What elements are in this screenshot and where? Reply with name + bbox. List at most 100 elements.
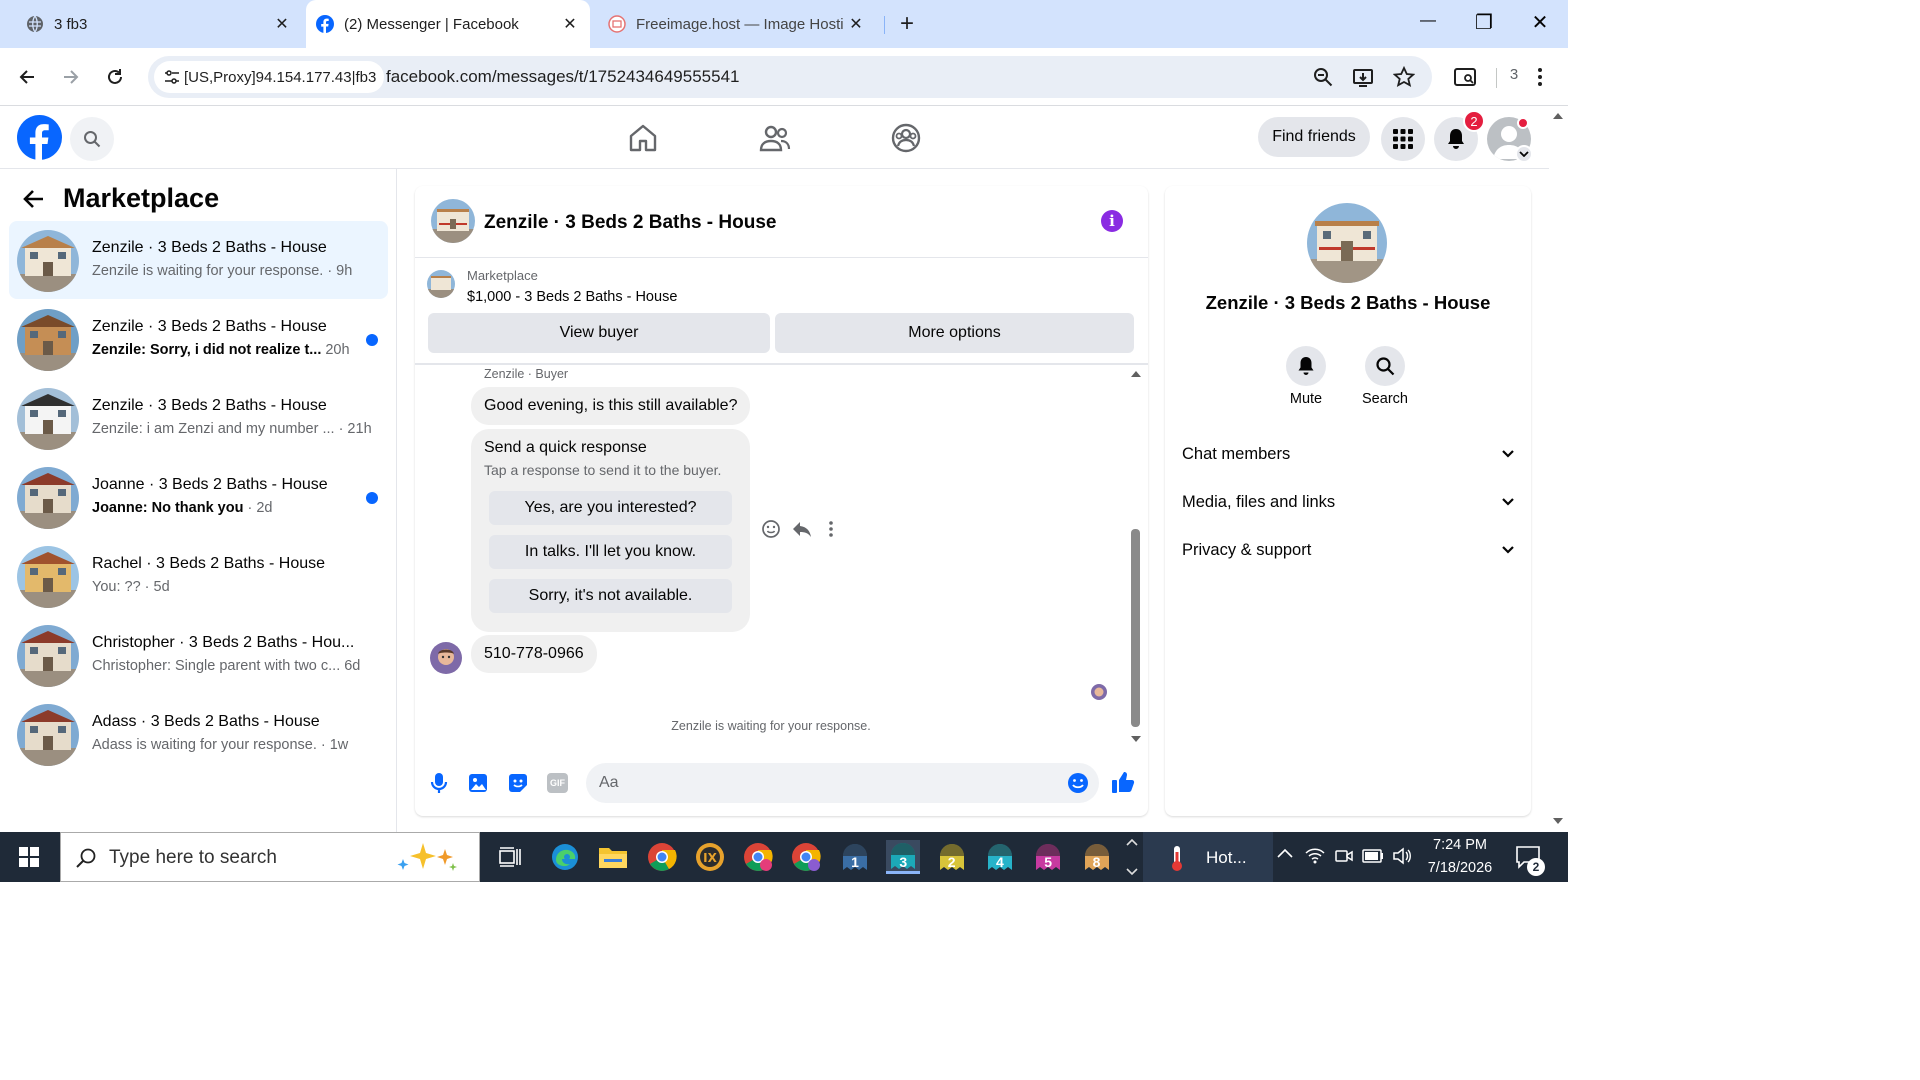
browser-profile-button[interactable]: 4 bbox=[983, 840, 1017, 874]
show-hidden-icons-button[interactable] bbox=[1277, 848, 1293, 858]
minimize-button[interactable]: — bbox=[1414, 12, 1442, 36]
friends-nav-button[interactable] bbox=[759, 124, 791, 152]
message-input[interactable]: Aa bbox=[586, 763, 1099, 803]
conversation-item[interactable]: Rachel · 3 Beds 2 Baths - House You: ?? · … bbox=[9, 537, 388, 615]
browser-profile-button[interactable]: 2 bbox=[935, 840, 969, 874]
conversation-item[interactable]: Joanne · 3 Beds 2 Baths - House Joanne: N… bbox=[9, 458, 388, 536]
chat-title[interactable]: Zenzile · 3 Beds 2 Baths - House bbox=[484, 212, 776, 234]
chrome-profile-a-taskbar-button[interactable] bbox=[789, 840, 823, 874]
tab-title: (2) Messenger | Facebook bbox=[344, 15, 519, 33]
clock-date[interactable]: 7/18/2026 bbox=[1418, 860, 1502, 876]
tab-title: 3 fb3 bbox=[54, 15, 88, 33]
back-to-inbox-button[interactable] bbox=[22, 187, 46, 211]
volume-icon[interactable] bbox=[1392, 847, 1412, 865]
extension-count[interactable]: 3 bbox=[1504, 66, 1524, 83]
voice-clip-button[interactable] bbox=[429, 772, 449, 794]
file-explorer-button[interactable] bbox=[596, 840, 630, 874]
listing-detail[interactable]: $1,000 - 3 Beds 2 Baths - House bbox=[467, 289, 677, 305]
groups-nav-button[interactable] bbox=[891, 123, 921, 153]
conversation-item[interactable]: Zenzile · 3 Beds 2 Baths - House Zenzile … bbox=[9, 221, 388, 299]
browser-menu-button[interactable] bbox=[1526, 60, 1554, 94]
browser-profile-button[interactable]: 5 bbox=[1031, 840, 1065, 874]
privacy-support-section[interactable]: Privacy & support bbox=[1182, 535, 1514, 565]
task-view-button[interactable] bbox=[493, 840, 527, 874]
close-tab-icon[interactable]: ✕ bbox=[560, 14, 580, 34]
message-more-button[interactable] bbox=[828, 520, 834, 538]
media-files-links-section[interactable]: Media, files and links bbox=[1182, 487, 1514, 517]
meet-now-icon[interactable] bbox=[1335, 847, 1353, 865]
taskbar-overflow-scroll[interactable] bbox=[1126, 836, 1138, 878]
restore-button[interactable]: ❐ bbox=[1470, 10, 1498, 38]
new-tab-button[interactable]: + bbox=[894, 10, 920, 38]
react-button[interactable] bbox=[761, 519, 781, 539]
more-options-button[interactable]: More options bbox=[775, 313, 1134, 353]
conversation-item[interactable]: Zenzile · 3 Beds 2 Baths - House Zenzile:… bbox=[9, 379, 388, 457]
wifi-icon[interactable] bbox=[1305, 847, 1325, 865]
windows-taskbar: Type here to search IX 132458 Hot... 7:2… bbox=[0, 832, 1568, 882]
conversation-item[interactable]: Christopher · 3 Beds 2 Baths - Hou... Chr… bbox=[9, 616, 388, 694]
address-bar[interactable]: [US,Proxy]94.154.177.43|fb3 facebook.com… bbox=[148, 56, 1432, 98]
taskbar-search-box[interactable]: Type here to search bbox=[60, 832, 480, 882]
reply-button[interactable] bbox=[792, 519, 812, 539]
browser-profile-button[interactable]: 8 bbox=[1080, 840, 1114, 874]
edge-taskbar-button[interactable] bbox=[548, 840, 582, 874]
facebook-logo[interactable] bbox=[17, 115, 62, 160]
buyer-avatar[interactable] bbox=[430, 642, 462, 674]
view-buyer-button[interactable]: View buyer bbox=[428, 313, 770, 353]
chevron-down-icon bbox=[1502, 498, 1514, 506]
account-dropdown[interactable] bbox=[1515, 145, 1533, 163]
mute-button[interactable] bbox=[1286, 346, 1326, 386]
conversation-info-button[interactable]: i bbox=[1101, 210, 1123, 232]
details-avatar[interactable] bbox=[1307, 203, 1387, 283]
like-button[interactable] bbox=[1111, 770, 1135, 794]
quick-reply-yes[interactable]: Yes, are you interested? bbox=[489, 491, 732, 525]
home-nav-button[interactable] bbox=[628, 124, 658, 152]
chat-avatar[interactable] bbox=[431, 199, 475, 243]
close-window-button[interactable]: ✕ bbox=[1526, 10, 1554, 38]
ixbrowser-taskbar-button[interactable]: IX bbox=[693, 840, 727, 874]
browser-tab-freeimage[interactable]: Freeimage.host — Image Hosti ✕ bbox=[598, 0, 876, 48]
conversation-item[interactable]: Zenzile · 3 Beds 2 Baths - House Zenzile:… bbox=[9, 300, 388, 378]
emoji-button[interactable] bbox=[1067, 772, 1089, 794]
chrome-taskbar-button[interactable] bbox=[645, 840, 679, 874]
close-tab-icon[interactable]: ✕ bbox=[272, 14, 292, 34]
gif-button[interactable]: GIF bbox=[547, 773, 568, 793]
url-text[interactable]: facebook.com/messages/t/1752434649555541 bbox=[386, 56, 739, 98]
message-bubble[interactable]: 510-778-0966 bbox=[471, 635, 597, 673]
menu-button[interactable] bbox=[1381, 117, 1425, 161]
battery-icon[interactable] bbox=[1362, 849, 1384, 863]
quick-reply-not-available[interactable]: Sorry, it's not available. bbox=[489, 579, 732, 613]
chrome-profile-taskbar-button[interactable] bbox=[741, 840, 775, 874]
conversation-avatar bbox=[17, 230, 79, 292]
sticker-button[interactable] bbox=[507, 772, 529, 794]
browser-tab-fb3[interactable]: 3 fb3 ✕ bbox=[14, 0, 304, 48]
conversation-avatar bbox=[17, 704, 79, 766]
find-friends-button[interactable]: Find friends bbox=[1258, 117, 1370, 157]
site-info-chip[interactable]: [US,Proxy]94.154.177.43|fb3 bbox=[154, 61, 385, 93]
chat-members-section[interactable]: Chat members bbox=[1182, 439, 1514, 469]
scrollbar-thumb[interactable] bbox=[1131, 529, 1140, 727]
bookmark-star-icon[interactable] bbox=[1393, 66, 1415, 88]
search-conversation-button[interactable] bbox=[1365, 346, 1405, 386]
start-button[interactable] bbox=[0, 832, 58, 882]
message-bubble[interactable]: Good evening, is this still available? bbox=[471, 387, 751, 425]
browser-tab-messenger[interactable]: (2) Messenger | Facebook ✕ bbox=[306, 0, 590, 48]
back-button[interactable] bbox=[10, 60, 44, 94]
listing-thumbnail[interactable] bbox=[427, 270, 455, 298]
forward-button[interactable] bbox=[54, 60, 88, 94]
browser-profile-button[interactable]: 1 bbox=[838, 840, 872, 874]
browser-profile-button[interactable]: 3 bbox=[886, 840, 921, 874]
zoom-icon[interactable] bbox=[1312, 66, 1334, 88]
conversation-item[interactable]: Adass · 3 Beds 2 Baths - House Adass is w… bbox=[9, 695, 388, 773]
quick-reply-in-talks[interactable]: In talks. I'll let you know. bbox=[489, 535, 732, 569]
page-scrollbar[interactable] bbox=[1549, 106, 1568, 832]
side-panel-button[interactable] bbox=[1448, 60, 1482, 94]
search-button[interactable] bbox=[70, 117, 114, 161]
clock-time[interactable]: 7:24 PM bbox=[1418, 837, 1502, 853]
close-tab-icon[interactable]: ✕ bbox=[846, 14, 866, 34]
weather-widget[interactable]: Hot... bbox=[1143, 832, 1273, 882]
attach-photo-button[interactable] bbox=[468, 772, 488, 794]
message-scrollbar[interactable] bbox=[1128, 367, 1144, 747]
install-app-icon[interactable] bbox=[1352, 66, 1374, 88]
reload-button[interactable] bbox=[98, 60, 132, 94]
